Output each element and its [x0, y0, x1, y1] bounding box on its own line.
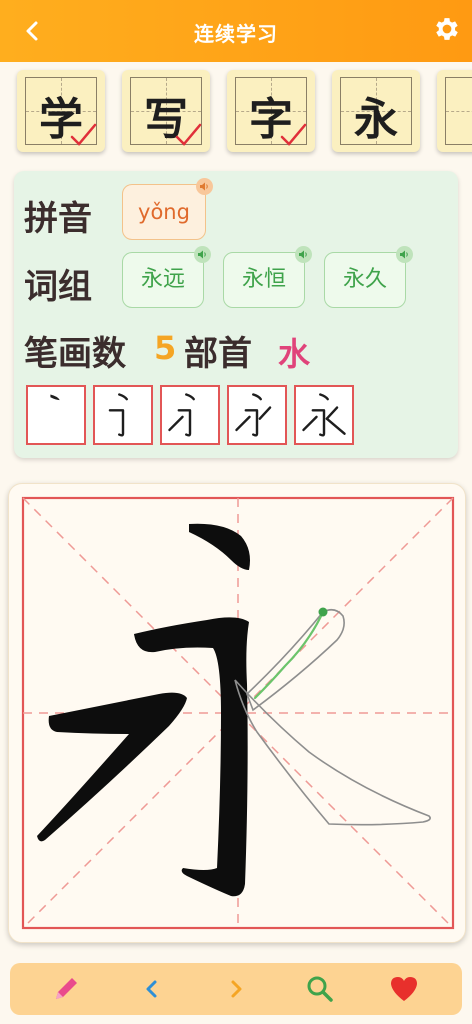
speaker-icon[interactable]	[196, 178, 213, 195]
character-glyph: 永	[354, 94, 398, 145]
character-card-zi[interactable]: 字	[227, 70, 315, 152]
word-text: 永远	[140, 267, 185, 292]
speaker-icon[interactable]	[396, 246, 413, 263]
app-header: 连续学习	[0, 0, 472, 62]
word-chip[interactable]: 永远	[122, 246, 211, 308]
chevron-right-icon[interactable]	[220, 973, 252, 1005]
stroke-step-3	[160, 385, 220, 445]
tian-grid	[445, 77, 472, 145]
words-label: 词组	[24, 267, 92, 307]
character-strip[interactable]: 学 写 字 永	[0, 62, 472, 162]
stroke-step-4	[227, 385, 287, 445]
checkmark-icon	[280, 123, 307, 146]
word-text: 永恒	[241, 267, 286, 292]
speaker-icon[interactable]	[295, 246, 312, 263]
word-chip[interactable]: 永恒	[223, 246, 312, 308]
writing-canvas[interactable]	[8, 483, 466, 943]
pinyin-chip[interactable]: yǒng	[122, 178, 213, 240]
stroke-start-dot	[318, 607, 328, 617]
checkmark-icon	[70, 123, 97, 146]
word-chip[interactable]: 永久	[324, 246, 413, 308]
stroke-step-2	[93, 385, 153, 445]
pinyin-label: 拼音	[24, 199, 92, 239]
heart-icon[interactable]	[388, 973, 420, 1005]
stroke-count-label: 笔画数	[24, 334, 126, 374]
search-icon[interactable]	[304, 973, 336, 1005]
chevron-left-icon[interactable]	[136, 973, 168, 1005]
character-card-xue[interactable]: 学	[17, 70, 105, 152]
character-card-yong[interactable]: 永	[332, 70, 420, 152]
page-title: 连续学习	[194, 22, 278, 46]
checkmark-icon	[175, 123, 202, 146]
stroke-step-1	[26, 385, 86, 445]
stroke-count-value: 5	[154, 329, 177, 367]
bottom-toolbar	[10, 963, 462, 1015]
character-card-xie[interactable]: 写	[122, 70, 210, 152]
pencil-icon[interactable]	[50, 973, 82, 1005]
speaker-icon[interactable]	[194, 246, 211, 263]
character-info-panel: 拼音 yǒng 词组 永远 永恒 永久 笔画数 5 部首 水	[14, 171, 458, 458]
pinyin-text: yǒng	[138, 200, 190, 224]
word-text: 永久	[342, 267, 387, 292]
radical-value: 水	[278, 335, 311, 373]
gear-icon[interactable]	[432, 14, 462, 44]
radical-label: 部首	[184, 334, 252, 374]
character-card-next[interactable]	[437, 70, 472, 152]
stroke-step-5	[294, 385, 354, 445]
